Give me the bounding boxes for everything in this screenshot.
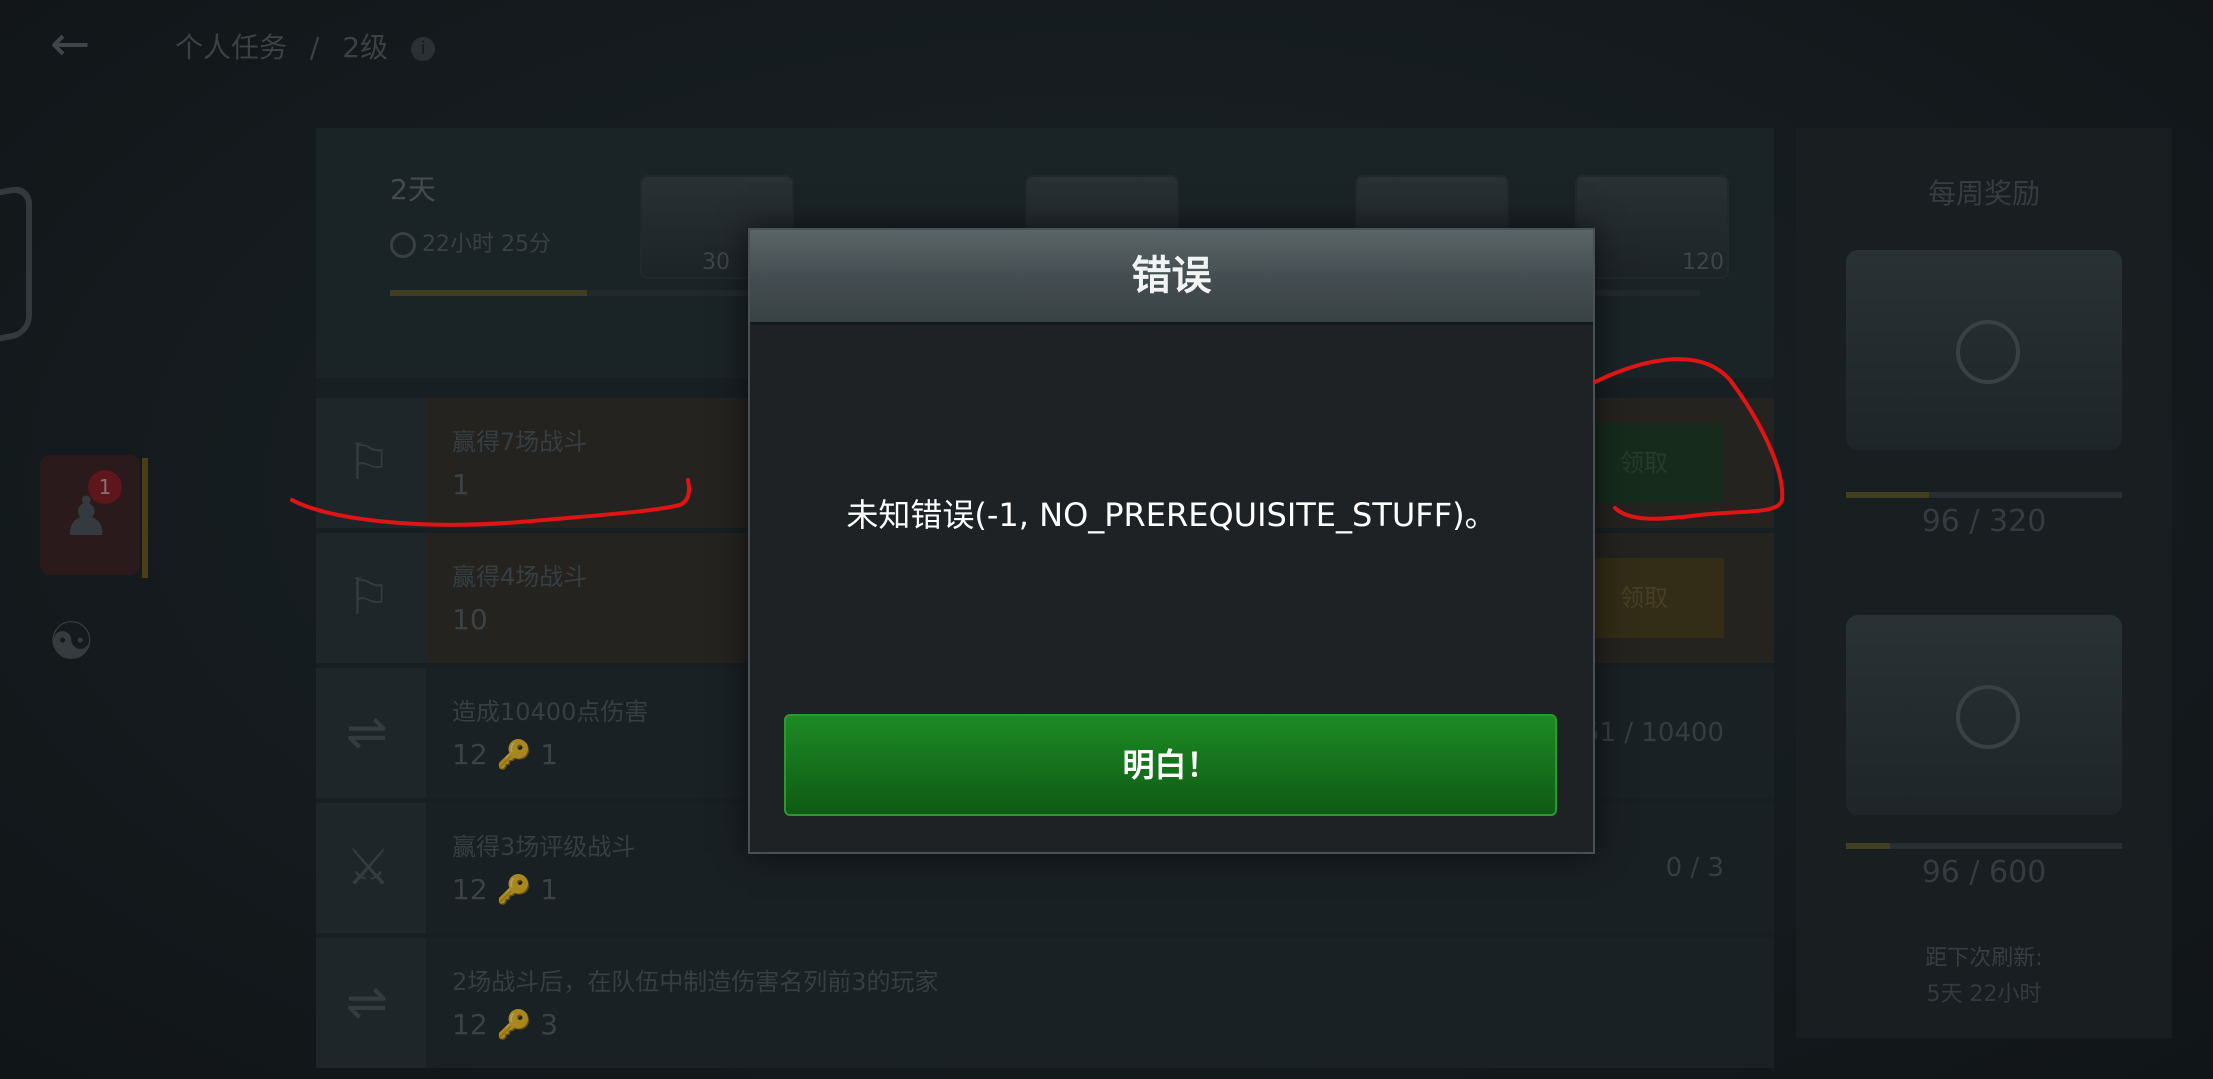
error-dialog: 错误 未知错误(-1, NO_PREREQUISITE_STUFF)。 明白！ [748,228,1595,854]
dialog-title: 错误 [1131,253,1212,299]
error-message: 未知错误(-1, NO_PREREQUISITE_STUFF)。 [846,496,1497,534]
confirm-button[interactable]: 明白！ [784,714,1557,816]
